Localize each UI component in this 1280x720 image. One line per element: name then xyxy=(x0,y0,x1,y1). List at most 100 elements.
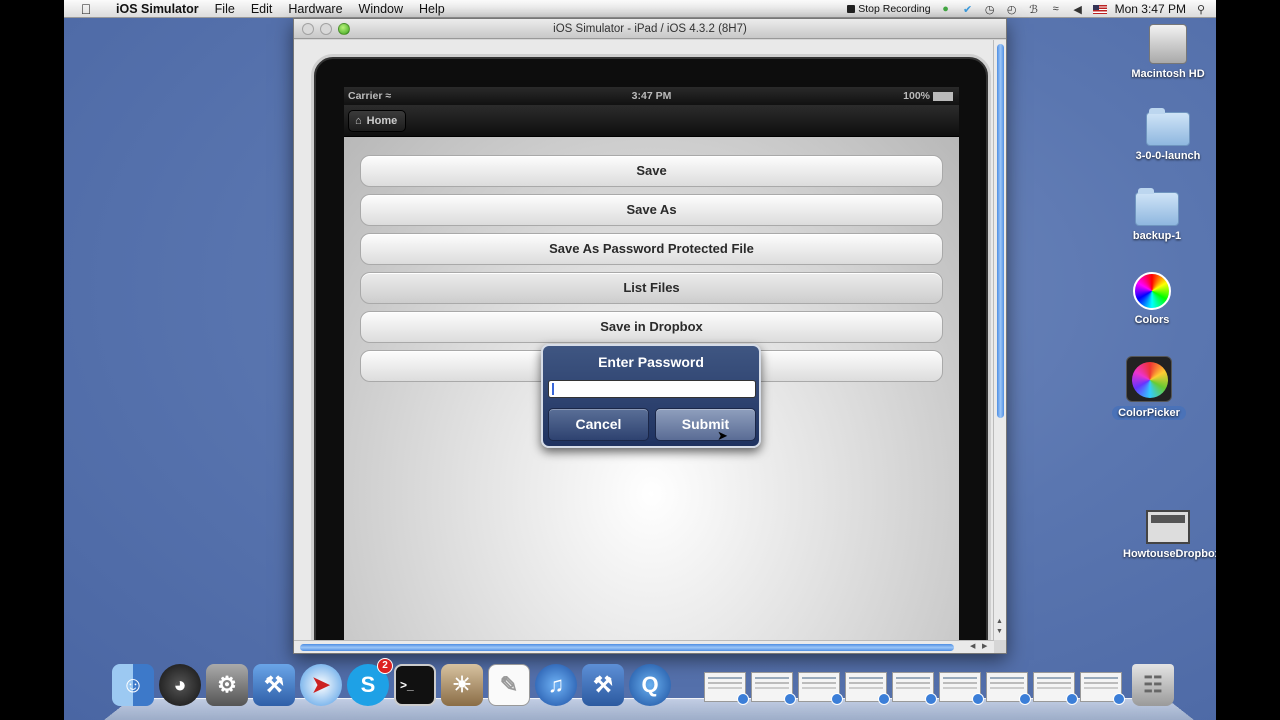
status-time: 3:47 PM xyxy=(631,90,672,102)
minimized-window-4[interactable] xyxy=(845,672,890,705)
menu-bar:  iOS Simulator File Edit Hardware Windo… xyxy=(64,0,1216,18)
app-content: Save Save As Save As Password Protected … xyxy=(344,137,959,640)
simulator-window: iOS Simulator - iPad / iOS 4.3.2 (8H7) C… xyxy=(293,18,1007,654)
scroll-right-arrow-icon[interactable]: ▶ xyxy=(982,642,987,650)
minimized-window-3[interactable] xyxy=(798,672,843,705)
textedit-icon[interactable]: ✎ xyxy=(488,664,530,706)
horizontal-scrollbar[interactable]: ◀ ▶ xyxy=(294,640,994,653)
save-button[interactable]: Save xyxy=(360,155,943,187)
close-window-button[interactable] xyxy=(302,23,314,35)
safari-mini-icon xyxy=(1066,693,1078,705)
apple-menu-icon[interactable]:  xyxy=(64,1,108,17)
skype-tray-icon[interactable]: ✔ xyxy=(961,2,975,16)
minimized-window-7[interactable] xyxy=(986,672,1031,705)
ipad-bezel: Carrier ≈ 3:47 PM 100% ⌂ Home Save Save … xyxy=(311,54,991,640)
cancel-button[interactable]: Cancel xyxy=(548,408,649,441)
battery-indicator: 100% xyxy=(903,87,953,105)
alert-title: Enter Password xyxy=(598,354,704,370)
colors-label: Colors xyxy=(1134,314,1170,326)
terminal-mini-icon xyxy=(925,693,937,705)
menu-app-name[interactable]: iOS Simulator xyxy=(108,0,207,18)
folder-icon xyxy=(1146,108,1190,146)
macintosh-hd-label: Macintosh HD xyxy=(1131,68,1205,80)
dock: ☺ ◕ ⚙ ⚒ ➤ S2 >_ ☀ ✎ ♫ ⚒ Q ☷ xyxy=(104,658,1194,720)
battery-percent: 100% xyxy=(903,90,930,102)
home-button[interactable]: ⌂ Home xyxy=(348,110,407,132)
evernote-icon[interactable]: ● xyxy=(939,2,953,16)
list-files-button[interactable]: List Files xyxy=(360,272,943,304)
minimized-window-2[interactable] xyxy=(751,672,796,705)
safari-icon[interactable]: ➤ xyxy=(300,664,342,706)
save-as-button[interactable]: Save As xyxy=(360,194,943,226)
window-titlebar[interactable]: iOS Simulator - iPad / iOS 4.3.2 (8H7) xyxy=(294,19,1006,39)
safari-mini-icon xyxy=(878,693,890,705)
color-wheel-icon xyxy=(1133,272,1171,310)
minimized-window-1[interactable] xyxy=(704,672,749,705)
save-in-dropbox-button[interactable]: Save in Dropbox xyxy=(360,311,943,343)
window-title: iOS Simulator - iPad / iOS 4.3.2 (8H7) xyxy=(553,23,747,35)
dashboard-icon[interactable]: ◕ xyxy=(159,664,201,706)
desktop-screen:  iOS Simulator File Edit Hardware Windo… xyxy=(64,0,1216,720)
ios-status-bar: Carrier ≈ 3:47 PM 100% xyxy=(344,87,959,105)
stop-recording-label: Stop Recording xyxy=(858,3,931,15)
instruments-icon[interactable]: ⚒ xyxy=(582,664,624,706)
password-input[interactable] xyxy=(548,380,756,398)
itunes-icon[interactable]: ♫ xyxy=(535,664,577,706)
safari-mini-icon xyxy=(1113,693,1125,705)
zoom-window-button[interactable] xyxy=(338,23,350,35)
spotlight-search-icon[interactable]: ⚲ xyxy=(1194,2,1208,16)
bluetooth-icon[interactable]: ℬ xyxy=(1027,2,1041,16)
preview-icon[interactable]: ☀ xyxy=(441,664,483,706)
safari-mini-icon xyxy=(784,693,796,705)
folder-backup-1-label: backup-1 xyxy=(1132,230,1182,242)
movie-file-icon xyxy=(1146,510,1190,544)
text-caret xyxy=(552,383,554,395)
scroll-down-arrow-icon[interactable]: ▼ xyxy=(996,628,1003,635)
folder-backup-1-icon[interactable]: backup-1 xyxy=(1112,188,1202,242)
home-label: Home xyxy=(366,115,398,127)
terminal-icon[interactable]: >_ xyxy=(394,664,436,706)
simulator-content: Carrier ≈ 3:47 PM 100% ⌂ Home Save Save … xyxy=(294,40,994,640)
submit-button[interactable]: Submit xyxy=(655,408,756,441)
us-flag-input-icon[interactable] xyxy=(1092,4,1107,14)
macintosh-hd-icon[interactable]: Macintosh HD xyxy=(1123,24,1213,80)
mouse-cursor-icon: ➤ xyxy=(717,428,728,443)
minimized-window-9[interactable] xyxy=(1080,672,1125,705)
menu-hardware[interactable]: Hardware xyxy=(280,0,350,18)
folder-3-0-0-launch-icon[interactable]: 3-0-0-launch xyxy=(1123,108,1213,162)
menu-help[interactable]: Help xyxy=(411,0,453,18)
volume-icon[interactable]: ◀ xyxy=(1071,2,1085,16)
finder-icon[interactable]: ☺ xyxy=(112,664,154,706)
colors-app-icon[interactable]: Colors xyxy=(1107,272,1197,326)
folder-icon xyxy=(1135,188,1179,226)
scroll-left-arrow-icon[interactable]: ◀ xyxy=(970,642,975,650)
stop-recording-button[interactable]: Stop Recording xyxy=(847,3,931,15)
colorpicker-app-icon[interactable]: ColorPicker xyxy=(1104,356,1194,420)
menu-edit[interactable]: Edit xyxy=(243,0,281,18)
menu-file[interactable]: File xyxy=(207,0,243,18)
save-password-protected-button[interactable]: Save As Password Protected File xyxy=(360,233,943,265)
menu-window[interactable]: Window xyxy=(351,0,411,18)
hard-drive-icon xyxy=(1149,24,1187,64)
skype-icon[interactable]: S2 xyxy=(347,658,393,706)
howtousedropbox-icon[interactable]: HowtouseDropbox xyxy=(1123,510,1216,560)
skype-badge: 2 xyxy=(377,658,393,674)
time-machine-icon[interactable]: ◷ xyxy=(983,2,997,16)
minimized-window-6[interactable] xyxy=(939,672,984,705)
menu-clock[interactable]: Mon 3:47 PM xyxy=(1115,2,1186,16)
minimized-window-8[interactable] xyxy=(1033,672,1078,705)
xcode-icon[interactable]: ⚒ xyxy=(253,664,295,706)
trash-icon[interactable]: ☷ xyxy=(1132,664,1174,706)
vertical-scrollbar[interactable]: ▲ ▼ xyxy=(993,40,1006,640)
minimize-window-button[interactable] xyxy=(320,23,332,35)
vertical-scroll-thumb[interactable] xyxy=(997,44,1004,418)
quicktime-icon[interactable]: Q xyxy=(629,664,671,706)
clock-app-icon[interactable]: ◴ xyxy=(1005,2,1019,16)
minimized-window-5[interactable] xyxy=(892,672,937,705)
horizontal-scroll-thumb[interactable] xyxy=(300,644,954,651)
folder-3-0-0-launch-label: 3-0-0-launch xyxy=(1135,150,1201,162)
wifi-icon[interactable]: ≈ xyxy=(1049,2,1063,16)
scroll-up-arrow-icon[interactable]: ▲ xyxy=(996,618,1003,625)
skype-mini-icon xyxy=(737,693,749,705)
system-preferences-icon[interactable]: ⚙ xyxy=(206,664,248,706)
